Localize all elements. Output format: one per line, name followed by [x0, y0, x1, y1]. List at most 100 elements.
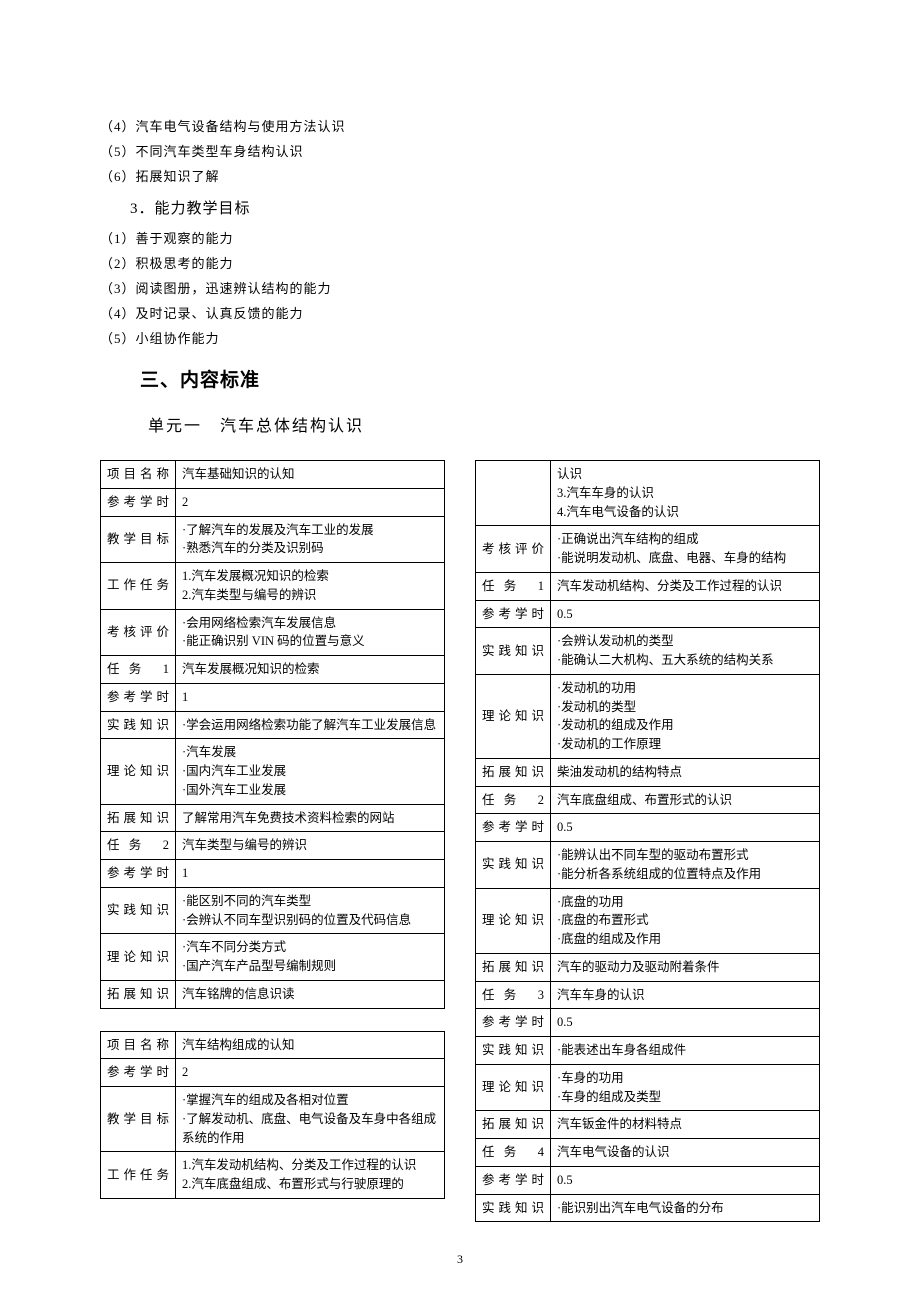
table-row: 任务 4汽车电气设备的认识 — [476, 1139, 820, 1167]
intro-item: （6）拓展知识了解 — [100, 166, 820, 185]
table-project-2-top: 项目名称汽车结构组成的认知 参考学时2 教学目标·掌握汽车的组成及各相对位置·了… — [100, 1031, 445, 1199]
cell-value: ·会用网络检索汽车发展信息·能正确识别 VIN 码的位置与意义 — [176, 609, 445, 656]
cell-label: 实践知识 — [476, 842, 551, 889]
cell-label: 实践知识 — [101, 711, 176, 739]
table-row: 考核评价·会用网络检索汽车发展信息·能正确识别 VIN 码的位置与意义 — [101, 609, 445, 656]
cell-value: ·学会运用网络检索功能了解汽车工业发展信息 — [176, 711, 445, 739]
table-row: 参考学时2 — [101, 488, 445, 516]
cell-value: ·能区别不同的汽车类型·会辨认不同车型识别码的位置及代码信息 — [176, 887, 445, 934]
unit-title: 单元一 汽车总体结构认识 — [148, 412, 820, 436]
ability-item: （5）小组协作能力 — [100, 328, 820, 347]
cell-label: 参考学时 — [101, 1059, 176, 1087]
cell-value: 汽车结构组成的认知 — [176, 1031, 445, 1059]
cell-label: 理论知识 — [476, 674, 551, 758]
section-heading: 三、内容标准 — [140, 365, 820, 392]
cell-value: ·掌握汽车的组成及各相对位置·了解发动机、底盘、电气设备及车身中各组成系统的作用 — [176, 1087, 445, 1152]
cell-label: 拓展知识 — [476, 953, 551, 981]
table-row: 参考学时1 — [101, 860, 445, 888]
cell-label: 教学目标 — [101, 516, 176, 563]
cell-label: 参考学时 — [476, 1009, 551, 1037]
cell-label: 项目名称 — [101, 1031, 176, 1059]
cell-label: 理论知识 — [101, 739, 176, 804]
cell-value: 汽车的驱动力及驱动附着条件 — [551, 953, 820, 981]
cell-value: ·车身的功用·车身的组成及类型 — [551, 1064, 820, 1111]
cell-value: 了解常用汽车免费技术资料检索的网站 — [176, 804, 445, 832]
table-row: 任务 1汽车发动机结构、分类及工作过程的认识 — [476, 572, 820, 600]
cell-value: ·能表述出车身各组成件 — [551, 1037, 820, 1065]
cell-value: 0.5 — [551, 600, 820, 628]
cell-value: ·正确说出汽车结构的组成·能说明发动机、底盘、电器、车身的结构 — [551, 526, 820, 573]
table-row: 项目名称汽车基础知识的认知 — [101, 461, 445, 489]
table-row: 拓展知识汽车钣金件的材料特点 — [476, 1111, 820, 1139]
cell-label: 理论知识 — [476, 1064, 551, 1111]
cell-value: 2 — [176, 1059, 445, 1087]
cell-label: 参考学时 — [476, 814, 551, 842]
cell-label: 理论知识 — [476, 888, 551, 953]
page-number: 3 — [100, 1252, 820, 1267]
cell-value: 0.5 — [551, 1009, 820, 1037]
table-row: 实践知识·会辨认发动机的类型·能确认二大机构、五大系统的结构关系 — [476, 628, 820, 675]
table-row: 拓展知识汽车的驱动力及驱动附着条件 — [476, 953, 820, 981]
intro-item: （5）不同汽车类型车身结构认识 — [100, 141, 820, 160]
table-row: 实践知识·能表述出车身各组成件 — [476, 1037, 820, 1065]
ability-item: （2）积极思考的能力 — [100, 253, 820, 272]
cell-label: 任务 2 — [101, 832, 176, 860]
cell-label: 项目名称 — [101, 461, 176, 489]
cell-label: 实践知识 — [476, 1037, 551, 1065]
cell-label: 考核评价 — [476, 526, 551, 573]
ability-item: （4）及时记录、认真反馈的能力 — [100, 303, 820, 322]
cell-value: 2 — [176, 488, 445, 516]
table-row: 参考学时2 — [101, 1059, 445, 1087]
cell-value: 1.汽车发动机结构、分类及工作过程的认识2.汽车底盘组成、布置形式与行驶原理的 — [176, 1152, 445, 1199]
table-row: 参考学时0.5 — [476, 814, 820, 842]
table-row: 项目名称汽车结构组成的认知 — [101, 1031, 445, 1059]
cell-label: 参考学时 — [101, 683, 176, 711]
table-row: 拓展知识汽车铭牌的信息识读 — [101, 980, 445, 1008]
cell-value: 汽车发展概况知识的检索 — [176, 656, 445, 684]
cell-value: ·汽车不同分类方式·国产汽车产品型号编制规则 — [176, 934, 445, 981]
cell-value: ·汽车发展·国内汽车工业发展·国外汽车工业发展 — [176, 739, 445, 804]
cell-value: 汽车车身的认识 — [551, 981, 820, 1009]
cell-label: 拓展知识 — [101, 980, 176, 1008]
intro-item: （4）汽车电气设备结构与使用方法认识 — [100, 116, 820, 135]
cell-label: 实践知识 — [476, 628, 551, 675]
cell-value: 1.汽车发展概况知识的检索2.汽车类型与编号的辨识 — [176, 563, 445, 610]
table-project-1: 项目名称汽车基础知识的认知 参考学时2 教学目标·了解汽车的发展及汽车工业的发展… — [100, 460, 445, 1009]
table-row: 参考学时1 — [101, 683, 445, 711]
cell-label: 参考学时 — [101, 488, 176, 516]
table-row: 拓展知识了解常用汽车免费技术资料检索的网站 — [101, 804, 445, 832]
table-row: 实践知识·能辨认出不同车型的驱动布置形式·能分析各系统组成的位置特点及作用 — [476, 842, 820, 889]
table-row: 任务 2汽车底盘组成、布置形式的认识 — [476, 786, 820, 814]
two-column-layout: 项目名称汽车基础知识的认知 参考学时2 教学目标·了解汽车的发展及汽车工业的发展… — [100, 460, 820, 1222]
cell-value: 汽车发动机结构、分类及工作过程的认识 — [551, 572, 820, 600]
cell-label: 实践知识 — [101, 887, 176, 934]
cell-value: 认识3.汽车车身的认识4.汽车电气设备的认识 — [551, 461, 820, 526]
table-row: 实践知识·能区别不同的汽车类型·会辨认不同车型识别码的位置及代码信息 — [101, 887, 445, 934]
table-project-2-continued: 认识3.汽车车身的认识4.汽车电气设备的认识 考核评价·正确说出汽车结构的组成·… — [475, 460, 820, 1222]
cell-label: 参考学时 — [101, 860, 176, 888]
cell-value: 汽车类型与编号的辨识 — [176, 832, 445, 860]
table-row: 实践知识·学会运用网络检索功能了解汽车工业发展信息 — [101, 711, 445, 739]
cell-value: 汽车钣金件的材料特点 — [551, 1111, 820, 1139]
cell-label: 拓展知识 — [476, 758, 551, 786]
cell-label: 任务 4 — [476, 1139, 551, 1167]
table-row: 教学目标·了解汽车的发展及汽车工业的发展·熟悉汽车的分类及识别码 — [101, 516, 445, 563]
cell-label: 教学目标 — [101, 1087, 176, 1152]
table-row: 任务 2汽车类型与编号的辨识 — [101, 832, 445, 860]
cell-label: 考核评价 — [101, 609, 176, 656]
cell-label: 拓展知识 — [476, 1111, 551, 1139]
cell-label: 实践知识 — [476, 1194, 551, 1222]
cell-value: ·了解汽车的发展及汽车工业的发展·熟悉汽车的分类及识别码 — [176, 516, 445, 563]
ability-item: （3）阅读图册，迅速辨认结构的能力 — [100, 278, 820, 297]
table-row: 理论知识·底盘的功用·底盘的布置形式·底盘的组成及作用 — [476, 888, 820, 953]
cell-value: 1 — [176, 683, 445, 711]
cell-label — [476, 461, 551, 526]
cell-value: 汽车铭牌的信息识读 — [176, 980, 445, 1008]
cell-label: 任务 1 — [476, 572, 551, 600]
cell-value: ·底盘的功用·底盘的布置形式·底盘的组成及作用 — [551, 888, 820, 953]
table-row: 实践知识·能识别出汽车电气设备的分布 — [476, 1194, 820, 1222]
cell-value: ·能识别出汽车电气设备的分布 — [551, 1194, 820, 1222]
cell-value: 汽车底盘组成、布置形式的认识 — [551, 786, 820, 814]
cell-label: 拓展知识 — [101, 804, 176, 832]
cell-label: 任务 3 — [476, 981, 551, 1009]
